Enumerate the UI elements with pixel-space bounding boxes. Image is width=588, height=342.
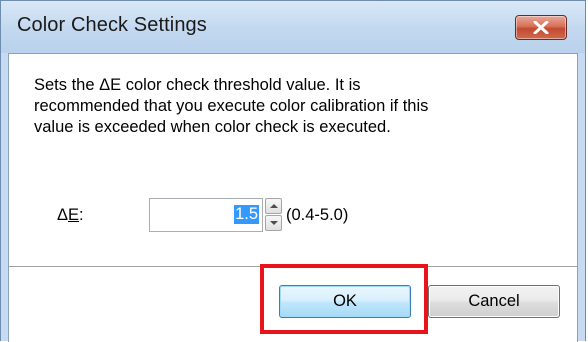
spin-up-button[interactable] — [265, 198, 282, 214]
close-button[interactable] — [515, 15, 567, 40]
ok-button[interactable]: OK — [279, 285, 411, 318]
cancel-button[interactable]: Cancel — [428, 285, 560, 318]
delta-e-label-suffix: : — [79, 206, 84, 224]
separator-line — [9, 266, 577, 268]
title-bar[interactable]: Color Check Settings — [1, 1, 585, 53]
color-check-settings-dialog: Color Check Settings Sets the ΔE color c… — [0, 0, 586, 342]
delta-e-label-prefix: Δ — [57, 206, 69, 224]
delta-e-input[interactable]: 1.5 — [149, 198, 263, 232]
arrow-up-icon — [270, 204, 278, 208]
dialog-body: Sets the ΔE color check threshold value.… — [8, 53, 578, 342]
delta-e-value: 1.5 — [234, 205, 259, 224]
delta-e-spinner[interactable] — [265, 198, 282, 232]
range-text: (0.4-5.0) — [286, 206, 349, 224]
arrow-down-icon — [270, 221, 278, 225]
close-icon — [533, 21, 549, 34]
delta-e-label: ΔE: — [57, 206, 84, 225]
dialog-title: Color Check Settings — [17, 14, 207, 36]
spin-down-button[interactable] — [265, 215, 282, 231]
description-text: Sets the ΔE color check threshold value.… — [34, 76, 429, 136]
delta-e-label-accesskey: E — [68, 206, 80, 224]
